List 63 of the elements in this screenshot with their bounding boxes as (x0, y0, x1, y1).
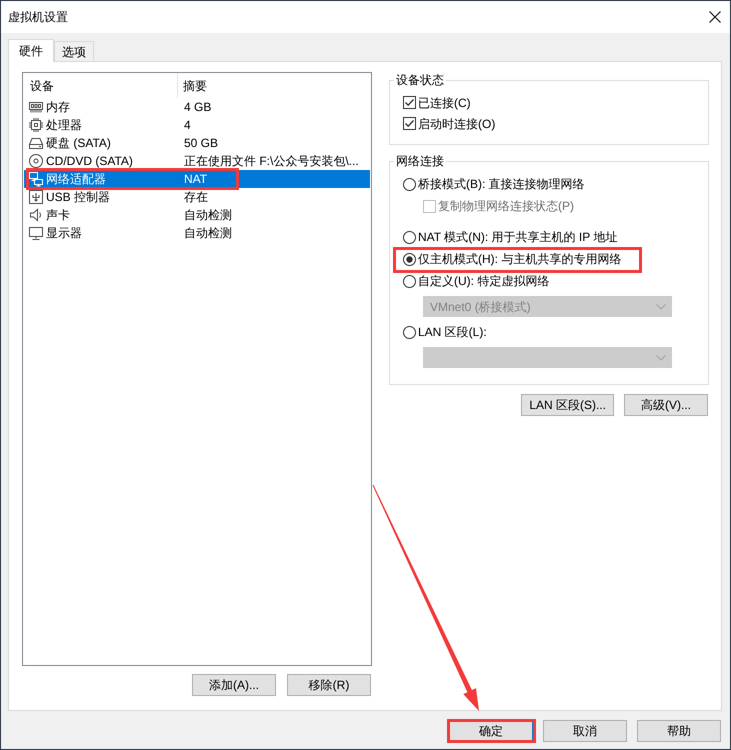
radio-button[interactable] (403, 274, 416, 288)
device-summary: 自动检测 (183, 207, 232, 224)
button[interactable]: 取消 (543, 720, 627, 742)
device-name: 声卡 (46, 207, 70, 224)
radio-label: NAT 模式(N): 用于共享主机的 IP 地址 (418, 229, 618, 246)
radio-button[interactable] (403, 230, 416, 244)
device-summary: 4 (183, 117, 191, 134)
network-icon (28, 171, 44, 187)
chevron-down-icon (656, 304, 666, 310)
device-summary: 50 GB (183, 135, 218, 152)
device-row[interactable]: 声卡 自动检测 (24, 206, 370, 224)
device-name: 硬盘 (SATA) (46, 135, 111, 152)
usb-icon (28, 189, 44, 205)
device-summary: 4 GB (183, 99, 212, 116)
chip-icon (28, 117, 44, 133)
radio-label: 仅主机模式(H): 与主机共享的专用网络 (418, 251, 622, 268)
radio-label: 自定义(U): 特定虚拟网络 (418, 273, 550, 290)
device-row[interactable]: CD/DVD (SATA) 正在使用文件 F:\公众号安装包\... (24, 152, 370, 170)
button[interactable]: 添加(A)... (192, 674, 276, 696)
device-summary: NAT (183, 171, 208, 188)
group-title: 网络连接 (395, 154, 445, 168)
checkbox-label: 已连接(C) (418, 94, 471, 112)
window-title: 虚拟机设置 (8, 9, 68, 26)
device-row[interactable]: 网络适配器 NAT (24, 170, 370, 188)
tab[interactable]: 硬件 (8, 39, 54, 62)
memory-icon (28, 99, 44, 115)
device-name: 显示器 (46, 225, 82, 242)
device-name: USB 控制器 (46, 189, 110, 206)
device-name: CD/DVD (SATA) (46, 153, 133, 170)
radio-button[interactable] (403, 252, 416, 266)
radio-button[interactable] (403, 326, 416, 338)
device-row[interactable]: USB 控制器 存在 (24, 188, 370, 206)
button[interactable]: 移除(R) (287, 674, 371, 696)
device-summary: 存在 (183, 189, 208, 206)
device-row[interactable]: 处理器 4 (24, 116, 370, 134)
checkbox[interactable] (403, 96, 416, 109)
group-title: 设备状态 (395, 73, 445, 87)
chevron-down-icon (656, 354, 666, 360)
column-header: 设备 (23, 73, 178, 98)
radio-button[interactable] (403, 178, 416, 190)
device-row[interactable]: 硬盘 (SATA) 50 GB (24, 134, 370, 152)
close-icon[interactable] (709, 11, 721, 23)
speaker-icon (28, 207, 44, 223)
checkbox-label: 复制物理网络连接状态(P) (438, 198, 574, 215)
device-name: 内存 (46, 99, 70, 116)
device-row[interactable]: 显示器 自动检测 (24, 224, 370, 242)
monitor-icon (28, 225, 44, 241)
checkbox-label: 启动时连接(O) (418, 116, 496, 132)
button[interactable]: LAN 区段(S)... (521, 394, 614, 416)
radio-label: LAN 区段(L): (418, 324, 487, 341)
device-summary: 自动检测 (183, 225, 232, 242)
device-name: 网络适配器 (46, 171, 106, 188)
device-row[interactable]: 内存 4 GB (24, 98, 370, 116)
button[interactable]: 高级(V)... (624, 394, 708, 416)
hard-disk-icon (28, 135, 44, 151)
device-name: 处理器 (46, 117, 82, 134)
radio-label: 桥接模式(B): 直接连接物理网络 (418, 176, 585, 193)
column-header: 摘要 (182, 78, 207, 94)
disc-icon (28, 153, 44, 169)
checkbox[interactable] (403, 117, 416, 130)
device-summary: 正在使用文件 F:\公众号安装包\... (183, 153, 359, 170)
tab[interactable]: 选项 (54, 41, 94, 61)
button[interactable]: 帮助 (637, 720, 721, 742)
